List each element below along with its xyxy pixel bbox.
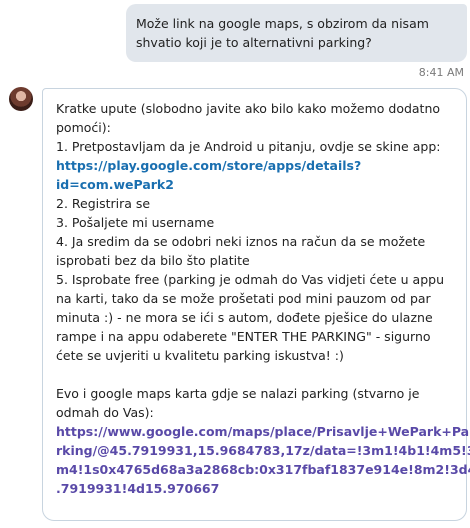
outgoing-message-line: shvatio koji je to alternativni parking?: [136, 35, 372, 50]
google-maps-link-line: .7919931!4d15.970667: [56, 481, 220, 496]
message-text-line: ćete se uvjeriti u kvalitetu parking isk…: [56, 348, 344, 363]
message-text-line: 4. Ja sredim da se odobri neki iznos na …: [56, 234, 426, 249]
google-maps-link-line: https://www.google.com/maps/place/Prisav…: [56, 424, 470, 439]
message-text-line: na karti, tako da se može prošetati pod …: [56, 291, 431, 306]
play-store-link[interactable]: https://play.google.com/store/apps/detai…: [56, 156, 456, 194]
outgoing-message-bubble[interactable]: Može link na google maps, s obzirom da n…: [126, 4, 467, 62]
play-store-link-line: https://play.google.com/store/apps/detai…: [56, 158, 362, 173]
chat-conversation: Može link na google maps, s obzirom da n…: [0, 0, 470, 528]
message-text-line: 2. Registrira se: [56, 196, 151, 211]
message-text-line: pomoći):: [56, 120, 111, 135]
google-maps-link-line: rking/@45.7919931,15.9684783,17z/data=!3…: [56, 443, 470, 458]
message-text-line: 5. Isprobate free (parking je odmah do V…: [56, 272, 445, 287]
play-store-link-line: id=com.wePark2: [56, 177, 174, 192]
outgoing-message-line: Može link na google maps, s obzirom da n…: [136, 16, 429, 31]
message-text-line: odmah do Vas):: [56, 405, 154, 420]
message-text-line: 3. Pošaljete mi username: [56, 215, 215, 230]
google-maps-link[interactable]: https://www.google.com/maps/place/Prisav…: [56, 422, 470, 498]
message-text-line: rampe i na appu odaberete "ENTER THE PAR…: [56, 329, 431, 344]
message-text-line: isprobati bez da bilo što platite: [56, 253, 250, 268]
message-text-line: 1. Pretpostavljam da je Android u pitanj…: [56, 139, 441, 154]
user-avatar-icon[interactable]: [9, 87, 33, 111]
message-text-line: Evo i google maps karta gdje se nalazi p…: [56, 386, 420, 401]
message-timestamp: 8:41 AM: [418, 66, 464, 79]
message-text-line: minuta :) - ne mora se ići s autom, dođe…: [56, 310, 433, 325]
message-text-line: Kratke upute (slobodno javite ako bilo k…: [56, 101, 441, 116]
incoming-message-bubble[interactable]: Kratke upute (slobodno javite ako bilo k…: [42, 88, 470, 521]
google-maps-link-line: m4!1s0x4765d68a3a2868cb:0x317fbaf1837e91…: [56, 462, 470, 477]
